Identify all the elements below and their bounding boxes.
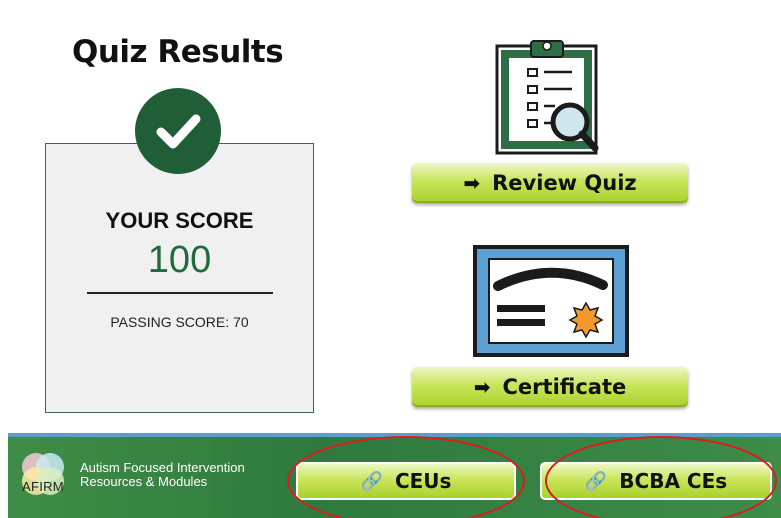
score-value: 100 [147,239,212,281]
bcba-ces-button[interactable]: 🔗 BCBA CEs [540,462,772,500]
certificate-button[interactable]: ➡ Certificate [412,367,688,407]
check-icon [135,88,221,174]
review-quiz-label: Review Quiz [492,171,637,195]
certificate-icon [473,245,629,357]
score-divider [87,292,273,294]
bcba-label: BCBA CEs [619,469,728,493]
review-quiz-button[interactable]: ➡ Review Quiz [412,163,688,203]
footer-divider [8,433,781,437]
page-title: Quiz Results [72,34,284,70]
organization-name: Autism Focused Intervention Resources & … [80,460,245,489]
link-icon: 🔗 [584,470,608,492]
clipboard-magnifier-icon [495,40,599,155]
arrow-right-icon: ➡ [473,375,491,399]
arrow-right-icon: ➡ [463,171,481,195]
ceus-label: CEUs [394,469,452,493]
ceus-button[interactable]: 🔗 CEUs [296,462,516,500]
passing-score: PASSING SCORE: 70 [110,314,249,330]
score-label: YOUR SCORE [105,208,254,233]
certificate-label: Certificate [502,375,627,399]
link-icon: 🔗 [360,470,383,492]
logo-text: AFIRM [22,479,64,494]
